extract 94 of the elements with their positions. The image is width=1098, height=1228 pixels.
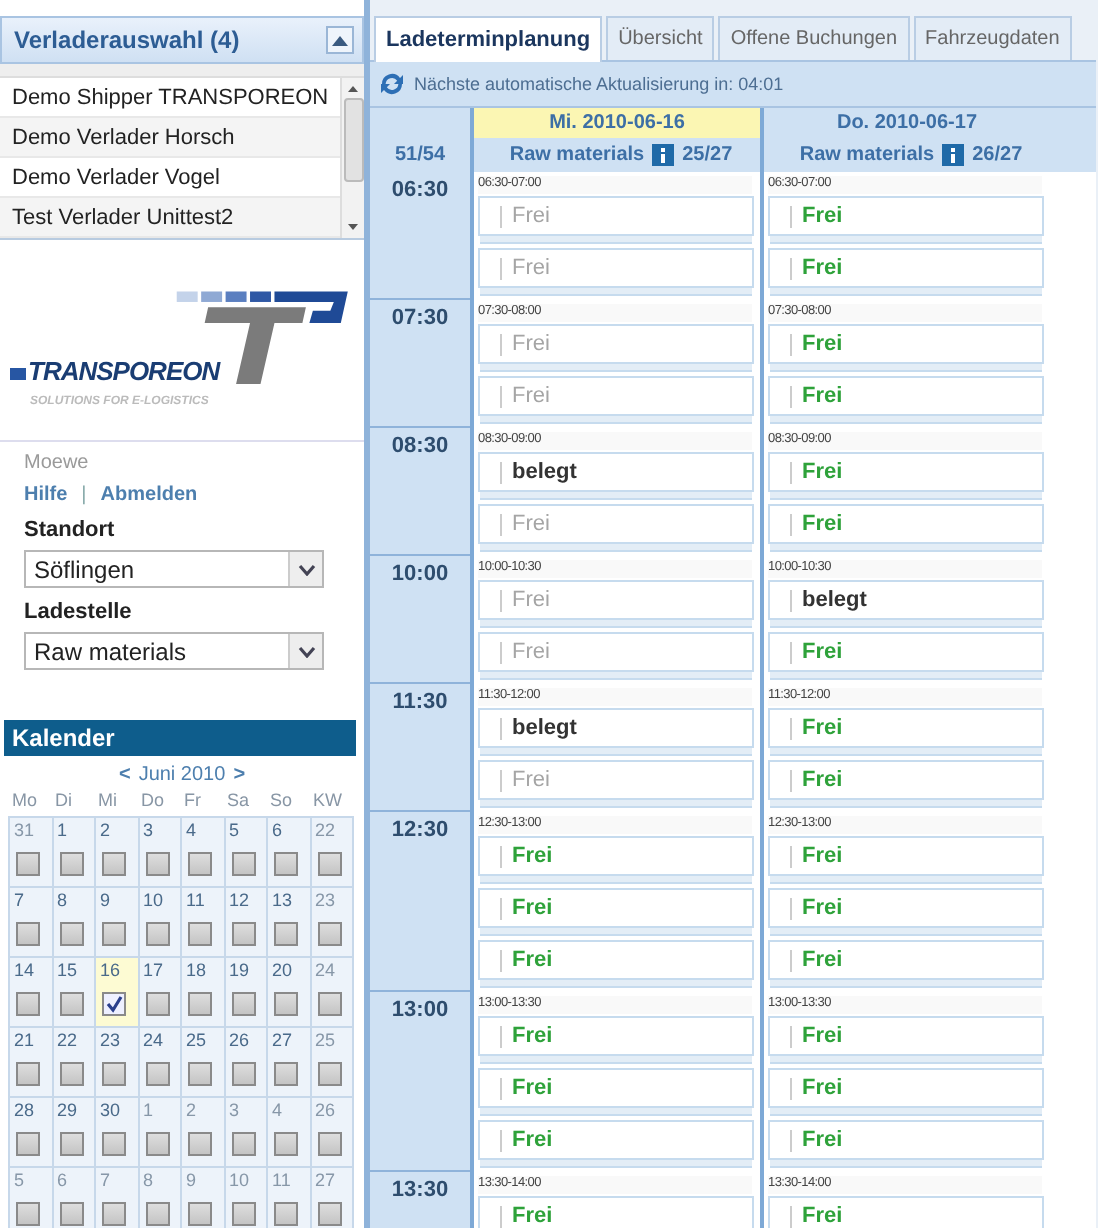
day-number: 21 [14,1030,37,1054]
day-number: 18 [186,960,209,984]
day-number: 2 [100,820,113,844]
day-number: 7 [100,1170,113,1194]
tab[interactable]: Offene Buchungen [718,16,910,60]
day-number: 20 [272,960,295,984]
time-label: 06:30 [391,178,449,202]
panel-title: Verladerauswahl (4) [14,26,240,54]
capacity-count: 25/27 [682,144,733,166]
day-number: 14 [14,960,37,984]
logout-link[interactable]: Abmelden [100,484,198,506]
time-label: 08:30 [391,434,449,458]
week-number: 27 [315,1170,338,1194]
week-number: 26 [315,1100,338,1124]
day-number: 8 [143,1170,156,1194]
weekday-heading: Mi [96,790,119,814]
help-link[interactable]: Hilfe [24,484,68,506]
day-number: 28 [14,1100,37,1124]
tab[interactable]: Ladeterminplanung [374,16,603,62]
field-label: Ladestelle [24,600,134,624]
loading-point: Raw materials [799,144,935,166]
day-number: 10 [229,1170,252,1194]
week-number: 24 [315,960,338,984]
tab[interactable]: Fahrzeugdaten [913,16,1072,60]
select-field[interactable]: Söflingen [24,550,324,588]
day-number: 6 [57,1170,70,1194]
day-number: 4 [272,1100,285,1124]
day-number: 26 [229,1030,252,1054]
day-number: 10 [143,890,166,914]
time-label: 13:00 [391,998,449,1022]
next-month-link[interactable]: > [233,764,246,790]
day-date: Mi. 2010-06-16 [474,108,760,138]
shipper-item[interactable]: Test Verlader Unittest2 [0,198,340,238]
time-slot[interactable]: Frei [478,1196,754,1228]
day-number: 9 [100,890,113,914]
week-number: 22 [315,820,338,844]
month-label: Juni 2010 [138,764,226,790]
day-number: 19 [229,960,252,984]
link-separator: | [81,484,87,506]
day-number: 15 [57,960,80,984]
day-number: 5 [229,820,242,844]
field-label: Standort [24,518,117,542]
day-number: 3 [143,820,156,844]
day-number: 8 [57,890,70,914]
day-number: 11 [186,890,207,914]
previous-month-link[interactable]: < [118,764,131,790]
time-label: 13:30 [391,1178,449,1202]
weekday-heading: Do [139,790,167,814]
logo-text: TRANSPOREON [28,356,220,386]
user-name: Moewe [24,452,91,474]
select-field[interactable]: Raw materials [24,632,324,670]
day-number: 3 [229,1100,242,1124]
week-number: 23 [315,890,338,914]
loading-point: Raw materials [509,144,645,166]
day-number: 11 [272,1170,293,1194]
day-number: 1 [143,1100,156,1124]
day-number: 16 [100,960,123,984]
day-number: 24 [143,1030,166,1054]
day-date: Do. 2010-06-17 [834,110,980,138]
day-number: 2 [186,1100,199,1124]
day-number: 22 [57,1030,80,1054]
weekday-heading: KW [311,790,344,814]
day-number: 25 [186,1030,209,1054]
shipper-item[interactable]: Demo Verlader Horsch [0,118,340,158]
calendar-header: Kalender [4,720,356,756]
day-number: 4 [186,820,199,844]
day-number: 1 [57,820,70,844]
time-label: 07:30 [391,306,449,330]
total-count: 51/54 [394,144,446,166]
day-number: 23 [100,1030,123,1054]
day-number: 29 [57,1100,80,1124]
time-label: 11:30 [392,690,448,714]
weekday-heading: Mo [10,790,40,814]
weekday-heading: So [268,790,295,814]
time-label: 12:30 [391,818,449,842]
day-number: 27 [272,1030,295,1054]
week-number: 25 [315,1030,338,1054]
time-slot[interactable]: Frei [768,1196,1044,1228]
day-number: 13 [272,890,295,914]
capacity-count: 26/27 [972,144,1023,166]
day-number: 31 [14,820,37,844]
day-number: 7 [14,890,27,914]
day-number: 5 [14,1170,27,1194]
refresh-status: Nächste automatische Aktualisierung in: 04:01 [414,74,784,94]
day-number: 6 [272,820,285,844]
weekday-heading: Sa [225,790,252,814]
day-number: 9 [186,1170,199,1194]
weekday-heading: Di [53,790,74,814]
day-number: 12 [229,890,252,914]
time-label: 10:00 [391,562,449,586]
weekday-heading: Fr [182,790,203,814]
tab[interactable]: Übersicht [606,16,715,60]
day-number: 30 [100,1100,123,1124]
day-number: 17 [143,960,166,984]
